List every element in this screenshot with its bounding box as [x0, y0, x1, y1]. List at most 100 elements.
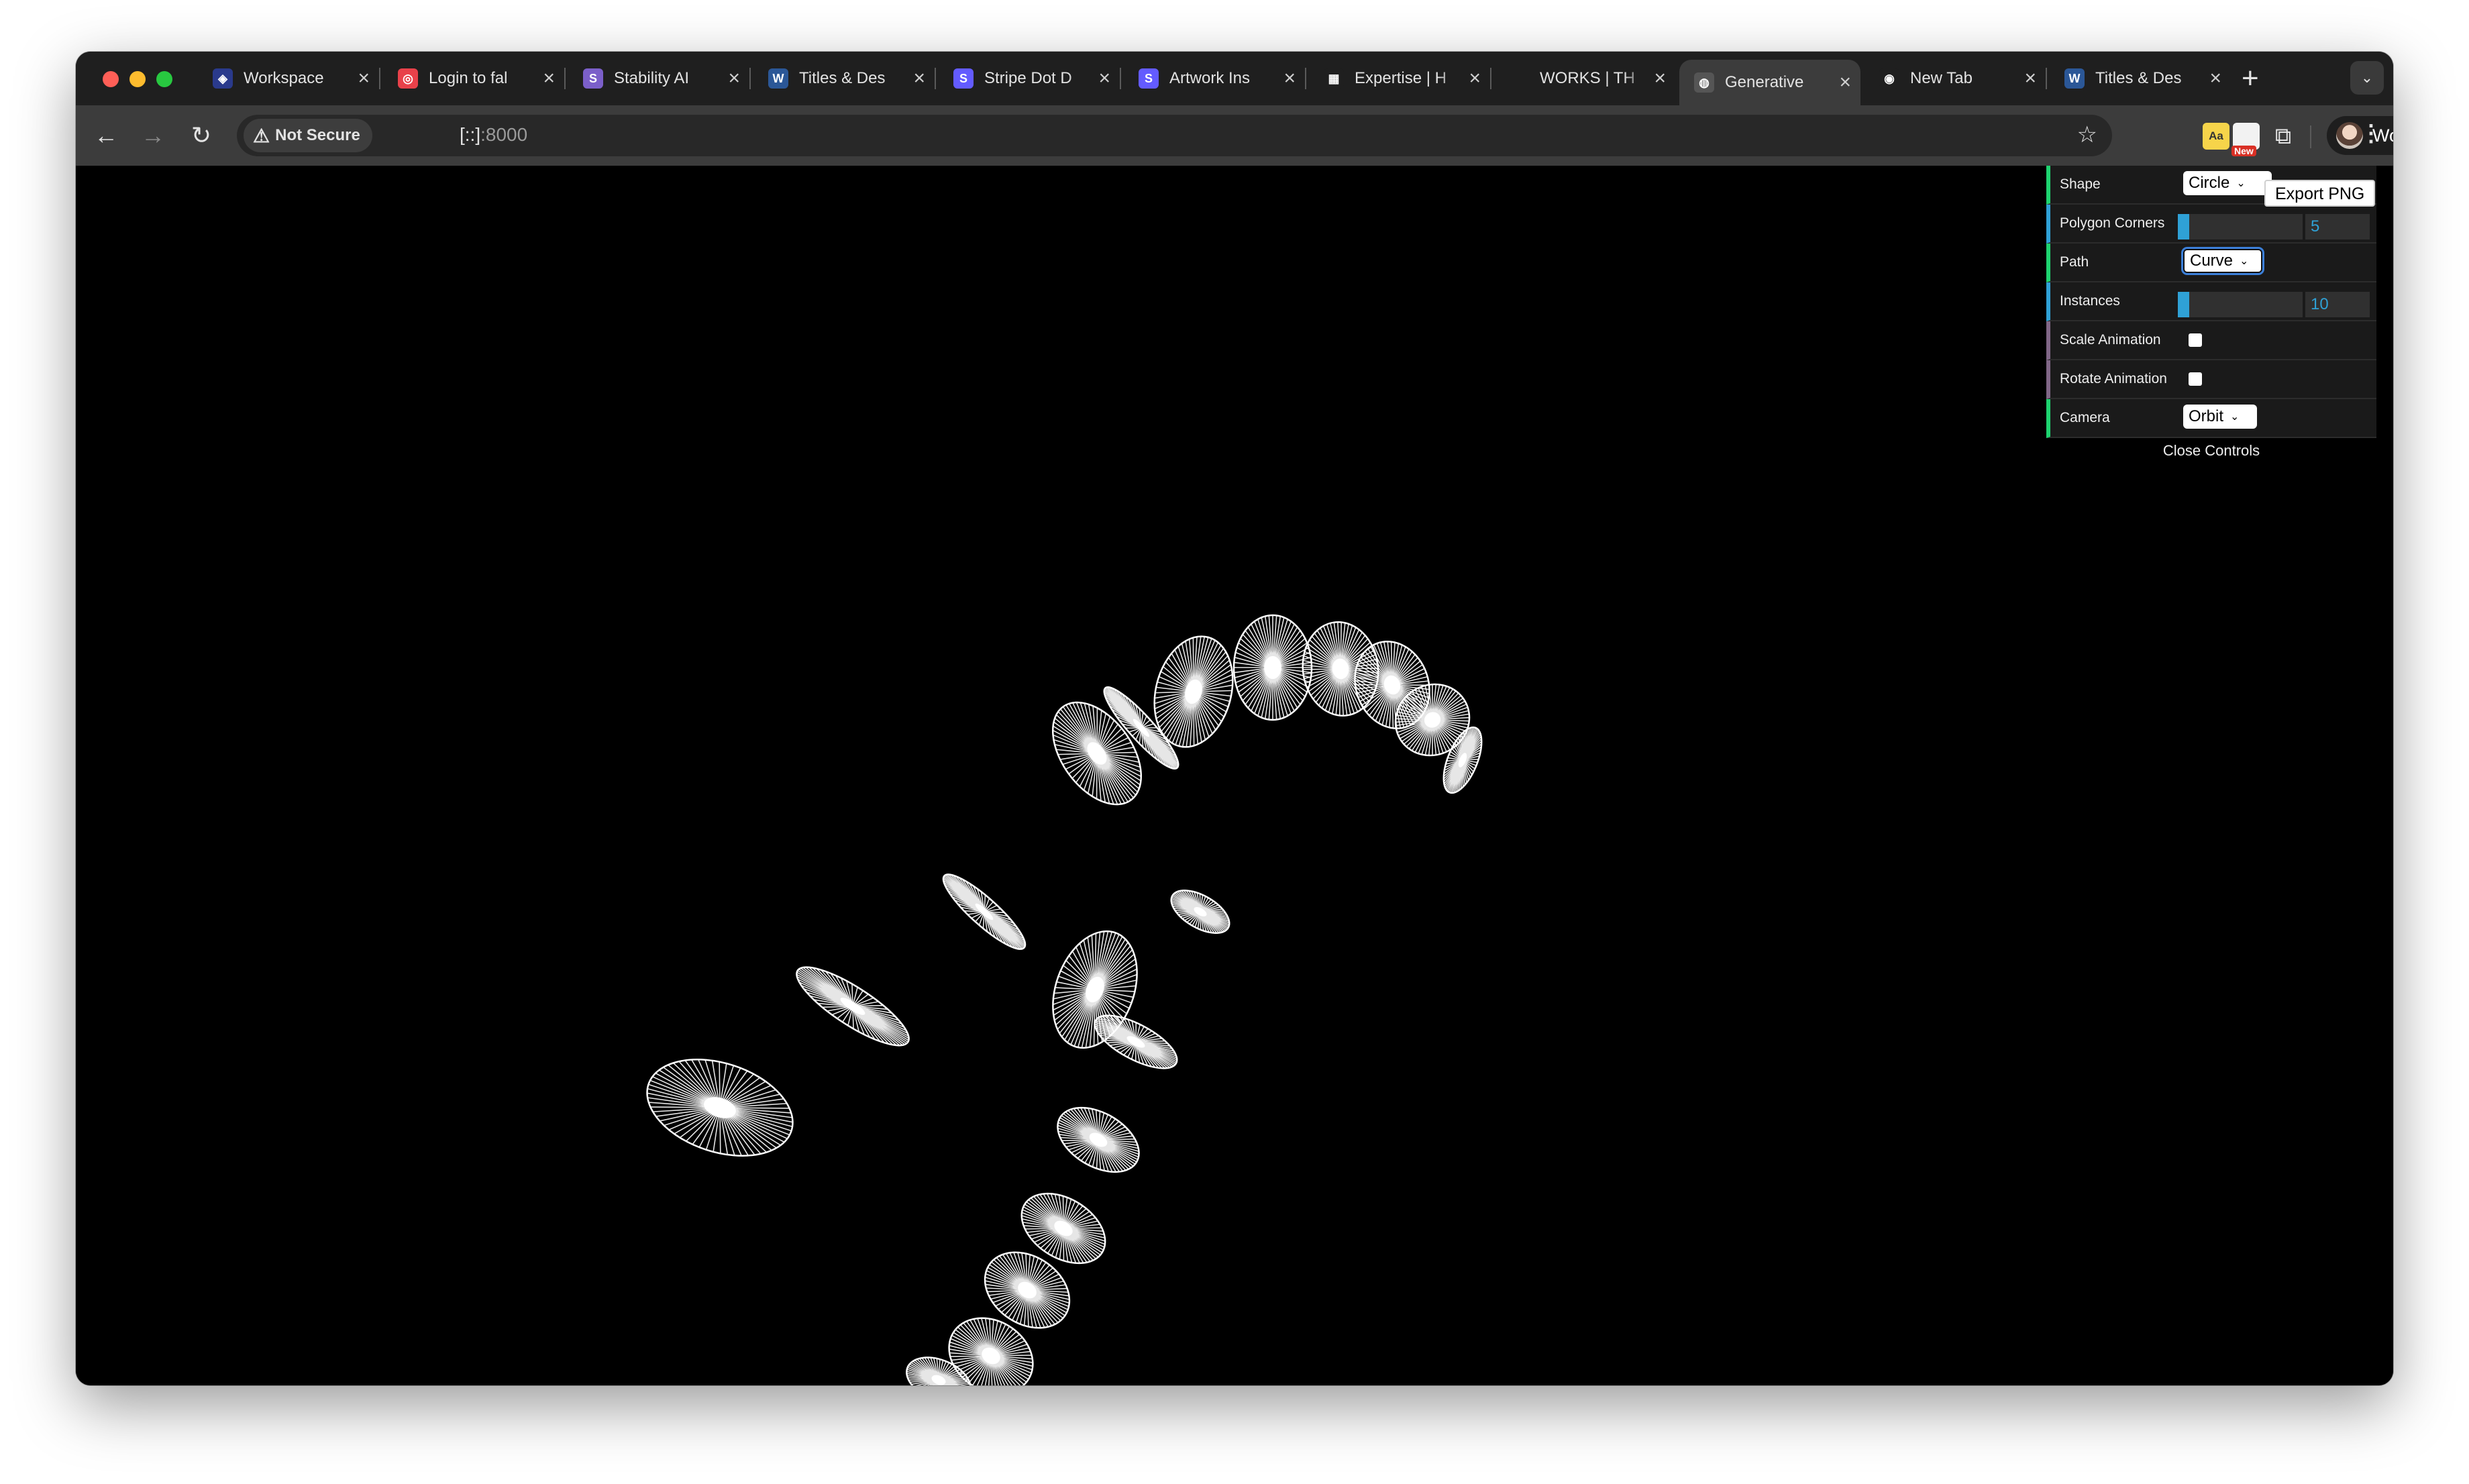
bookmark-star-icon[interactable]: ☆ — [2077, 121, 2097, 148]
avatar — [2336, 122, 2363, 149]
address-bar[interactable]: ⚠ Not Secure [::]:8000 ☆ — [237, 115, 2112, 156]
camera-label: Camera — [2060, 410, 2110, 425]
polygon-corners-slider[interactable] — [2178, 214, 2303, 240]
path-value: Curve — [2190, 252, 2234, 270]
tab-title: Workspace — [244, 69, 324, 87]
blank-favicon — [1509, 68, 1529, 89]
tab-separator — [2046, 68, 2047, 89]
scale-animation-checkbox[interactable] — [2189, 333, 2202, 347]
close-tab-icon[interactable]: × — [1283, 68, 1296, 89]
camera-value: Orbit — [2189, 407, 2224, 425]
minimize-window-button[interactable] — [129, 71, 146, 87]
tab-title: Artwork Ins — [1169, 69, 1251, 87]
close-tab-icon[interactable]: × — [1654, 68, 1666, 89]
zoom-window-button[interactable] — [156, 71, 172, 87]
tab-title: Expertise | H — [1355, 69, 1447, 87]
shape-select[interactable]: Circle ⌄ — [2183, 171, 2272, 195]
close-tab-icon[interactable]: × — [1469, 68, 1481, 89]
polygon-corners-input[interactable]: 5 — [2305, 214, 2370, 240]
tab-search-button[interactable]: ⌄ — [2350, 61, 2384, 95]
browser-tab[interactable]: ◎ Login to fal × — [383, 58, 564, 99]
wireframe-circle-instance — [1020, 1192, 1106, 1265]
instances-control: Instances 10 — [2046, 282, 2376, 321]
wireframe-circle-instance — [1057, 1106, 1140, 1173]
instances-slider[interactable] — [2178, 292, 2303, 317]
scale-animation-control: Scale Animation — [2046, 321, 2376, 360]
tab-separator — [379, 68, 380, 89]
tab-title: Login to fal — [429, 69, 508, 87]
close-window-button[interactable] — [103, 71, 119, 87]
browser-tab[interactable]: W Titles & Des × — [753, 58, 935, 99]
close-tab-icon[interactable]: × — [1839, 72, 1851, 93]
close-tab-icon[interactable]: × — [2024, 68, 2036, 89]
chrome-logo-icon: ◉ — [1879, 68, 1899, 89]
shape-value: Circle — [2189, 174, 2230, 192]
camera-control: Camera Orbit ⌄ — [2046, 399, 2376, 438]
wireframe-circle-instance — [646, 1059, 794, 1157]
rotate-animation-label: Rotate Animation — [2060, 371, 2167, 386]
tab-title: Titles & Des — [799, 69, 886, 87]
wireframe-circle-instance — [1170, 890, 1230, 934]
reload-button[interactable]: ↻ — [185, 119, 218, 152]
path-select[interactable]: Curve ⌄ — [2183, 249, 2262, 273]
extensions-puzzle-icon[interactable]: ⧉ — [2270, 123, 2297, 150]
close-tab-icon[interactable]: × — [913, 68, 925, 89]
globe-icon: ◍ — [1694, 72, 1714, 93]
fal-logo-icon: ◎ — [398, 68, 418, 89]
instances-input[interactable]: 10 — [2305, 292, 2370, 317]
back-button[interactable]: ← — [89, 119, 123, 152]
browser-tab[interactable]: ◉ New Tab × — [1864, 58, 2046, 99]
camera-select[interactable]: Orbit ⌄ — [2183, 405, 2257, 429]
instances-label: Instances — [2060, 293, 2120, 309]
close-tab-icon[interactable]: × — [728, 68, 740, 89]
url-text[interactable]: [::]:8000 — [460, 124, 527, 146]
close-controls-button[interactable]: Close Controls — [2046, 438, 2376, 464]
chevron-down-icon: ⌄ — [2240, 256, 2249, 267]
tab-strip: ◈ Workspace × ◎ Login to fal × S Stability AI × W… — [76, 52, 2393, 105]
polygon-corners-control: Polygon Corners 5 — [2046, 205, 2376, 244]
browser-tab[interactable]: ◍ Generative × — [1679, 60, 1860, 105]
browser-menu-icon[interactable]: ⋮ — [2360, 120, 2382, 147]
browser-tab[interactable]: W Titles & Des × — [2050, 58, 2231, 99]
path-label: Path — [2060, 254, 2089, 270]
url-port: :8000 — [480, 124, 528, 145]
browser-tab[interactable]: S Stability AI × — [568, 58, 749, 99]
tab-separator — [564, 68, 566, 89]
controls-panel: Shape Circle ⌄ Polygon Corners 5 Path Cur… — [2046, 166, 2376, 464]
stability-logo-icon: S — [583, 68, 603, 89]
site-info-button[interactable]: ⚠ Not Secure — [244, 119, 372, 152]
word-doc-icon: W — [768, 68, 788, 89]
wireframe-circle-instance — [942, 873, 1027, 950]
stripe-logo-icon: S — [1139, 68, 1159, 89]
wireframe-circle-instance — [1051, 701, 1143, 806]
tab-separator — [1120, 68, 1121, 89]
dictionary-extension-icon[interactable]: Aa — [2203, 123, 2229, 150]
close-tab-icon[interactable]: × — [358, 68, 370, 89]
browser-tab[interactable]: ▦ Expertise | H × — [1309, 58, 1490, 99]
generative-canvas[interactable] — [76, 166, 2393, 1385]
browser-tab[interactable]: S Artwork Ins × — [1124, 58, 1305, 99]
close-tab-icon[interactable]: × — [2209, 68, 2221, 89]
workspace-icon: ◈ — [213, 68, 233, 89]
scale-animation-label: Scale Animation — [2060, 332, 2161, 348]
new-tab-button[interactable]: + — [2242, 60, 2259, 97]
new-badge: New — [2231, 146, 2256, 156]
wireframe-circle-instance — [1442, 726, 1483, 794]
tab-title: New Tab — [1910, 69, 1973, 87]
page-viewport: Shape Circle ⌄ Polygon Corners 5 Path Cur… — [76, 166, 2393, 1385]
tab-separator — [1490, 68, 1491, 89]
new-extension-icon[interactable]: New — [2231, 123, 2260, 156]
browser-tab[interactable]: S Stripe Dot D × — [939, 58, 1120, 99]
close-tab-icon[interactable]: × — [543, 68, 555, 89]
browser-tab[interactable]: WORKS | TH × — [1494, 58, 1675, 99]
tab-separator — [1305, 68, 1306, 89]
path-control: Path Curve ⌄ — [2046, 244, 2376, 282]
export-png-button[interactable]: Export PNG — [2264, 180, 2376, 207]
tab-title: Stripe Dot D — [984, 69, 1072, 87]
rotate-animation-checkbox[interactable] — [2189, 372, 2202, 386]
tab-title: Stability AI — [614, 69, 690, 87]
browser-tab[interactable]: ◈ Workspace × — [198, 58, 379, 99]
tab-separator — [749, 68, 751, 89]
forward-button[interactable]: → — [136, 119, 170, 152]
close-tab-icon[interactable]: × — [1098, 68, 1110, 89]
